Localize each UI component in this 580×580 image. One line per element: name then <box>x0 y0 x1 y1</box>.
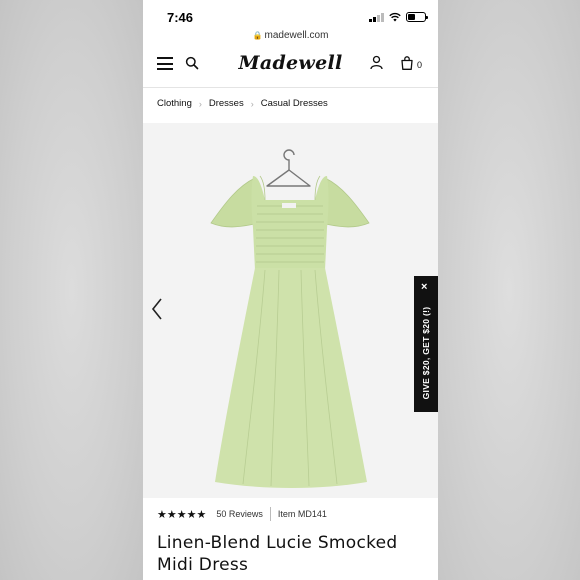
divider <box>269 507 271 521</box>
item-number: Item MD141 <box>277 509 327 519</box>
product-title: Linen-Blend Lucie Smocked Midi Dress <box>157 533 398 575</box>
chevron-right-icon: › <box>198 98 202 109</box>
promo-text: GIVE $20, GET $20 (!) <box>421 306 431 400</box>
product-image[interactable]: × GIVE $20, GET $20 (!) <box>143 123 438 498</box>
blurred-background-left <box>0 0 143 580</box>
blurred-background-right <box>438 0 580 580</box>
cart-count: 0 <box>417 60 423 70</box>
breadcrumb: Clothing › Dresses › Casual Dresses <box>157 98 328 109</box>
site-logo[interactable]: Madewell <box>143 52 438 74</box>
chevron-right-icon: › <box>250 98 254 109</box>
rating-row: ★★★★★ 50 Reviews Item MD141 <box>157 506 327 522</box>
wifi-icon <box>389 12 401 22</box>
breadcrumb-dresses[interactable]: Dresses <box>209 98 244 109</box>
breadcrumb-clothing[interactable]: Clothing <box>157 98 192 109</box>
close-icon[interactable]: × <box>421 282 427 293</box>
chevron-left-icon[interactable] <box>151 298 163 320</box>
site-header: Madewell 0 <box>143 48 438 88</box>
star-rating[interactable]: ★★★★★ <box>157 508 206 521</box>
battery-icon <box>406 12 428 22</box>
phone-screen: 7:46 🔒 madewell.com Madewell 0 Clothing … <box>143 0 438 580</box>
status-bar: 7:46 <box>143 0 438 30</box>
bag-icon[interactable] <box>401 56 413 70</box>
account-icon[interactable] <box>369 55 384 70</box>
url-text: madewell.com <box>264 30 329 41</box>
breadcrumb-casual-dresses[interactable]: Casual Dresses <box>261 98 328 109</box>
address-bar[interactable]: 🔒 madewell.com <box>143 30 438 48</box>
lock-icon: 🔒 <box>252 31 263 40</box>
signal-icon <box>369 12 384 22</box>
status-time: 7:46 <box>167 10 194 25</box>
status-icons <box>369 12 428 22</box>
reviews-link[interactable]: 50 Reviews <box>216 509 263 519</box>
referral-promo-tab[interactable]: × GIVE $20, GET $20 (!) <box>414 276 438 412</box>
dress-photo <box>210 149 370 488</box>
